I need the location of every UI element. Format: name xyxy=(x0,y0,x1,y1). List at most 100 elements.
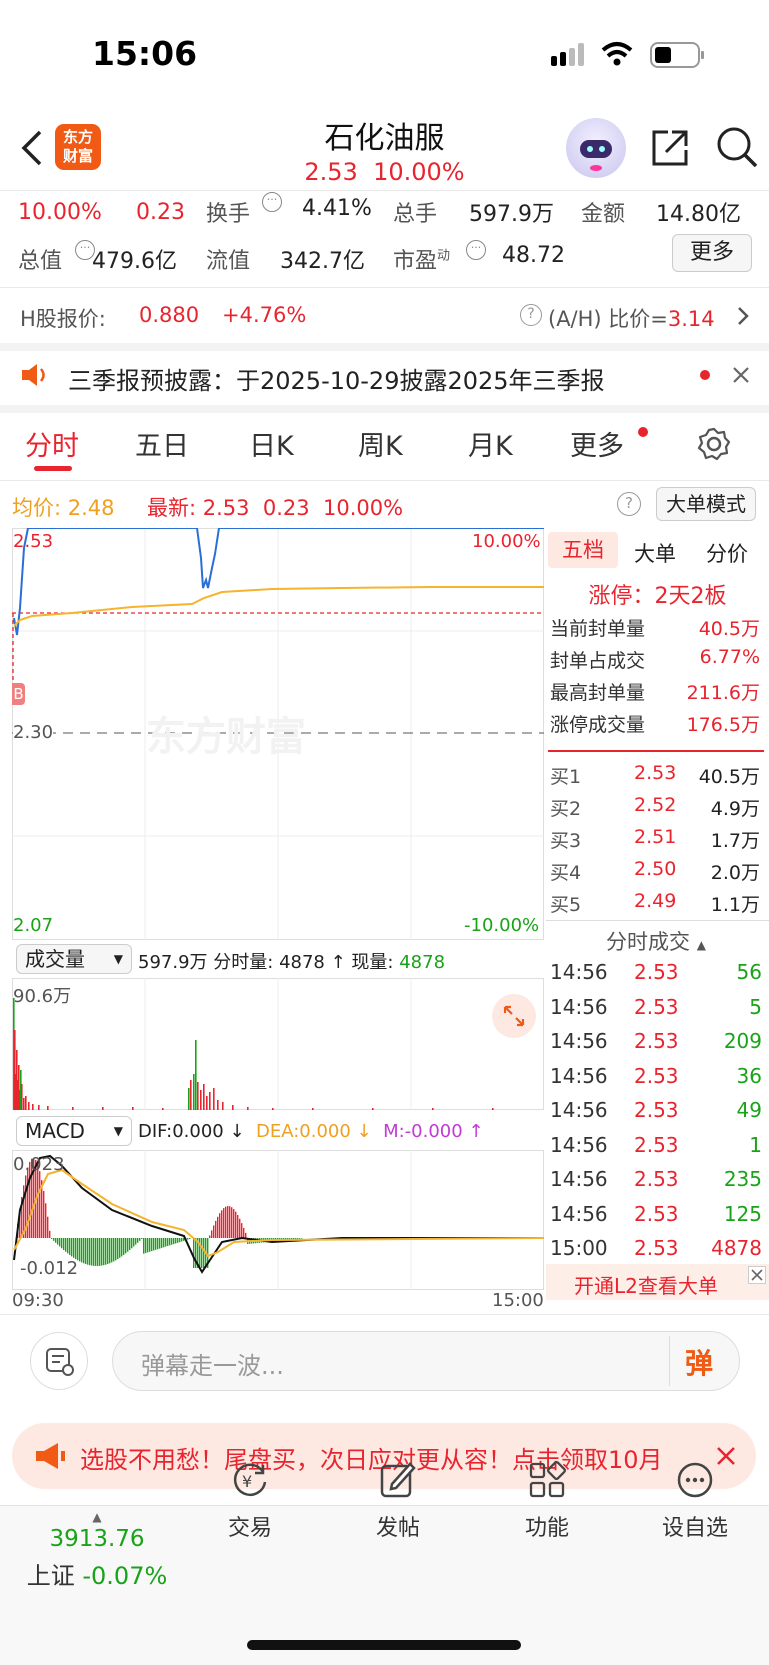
nav-functions[interactable]: 功能 xyxy=(492,1460,602,1542)
macd-bar xyxy=(75,1238,77,1260)
side-tab-wudang[interactable]: 五档 xyxy=(548,532,618,568)
speaker-icon xyxy=(20,362,50,392)
time-end-label: 15:00 xyxy=(492,1290,544,1311)
tab-more[interactable]: 更多 xyxy=(570,424,624,463)
macd-bar xyxy=(57,1238,59,1245)
bid-row[interactable]: 买4 2.50 2.0万 xyxy=(546,858,764,888)
settings-icon[interactable] xyxy=(697,427,731,465)
macd-bar xyxy=(93,1238,95,1266)
time-start-label: 09:30 xyxy=(12,1290,64,1311)
macd-bar xyxy=(177,1238,179,1243)
macd-bar xyxy=(85,1238,87,1265)
search-icon[interactable] xyxy=(714,124,760,174)
tab-zhouk[interactable]: 周K xyxy=(358,424,403,463)
nav-add-watchlist[interactable]: 设自选 xyxy=(640,1460,750,1542)
tab-fenshi[interactable]: 分时 xyxy=(25,424,79,463)
macd-bar xyxy=(163,1238,165,1248)
tab-wuri[interactable]: 五日 xyxy=(135,424,189,463)
index-ticker[interactable]: ▲ 3913.76 上证 -0.07% xyxy=(22,1510,172,1591)
more-circle-icon xyxy=(677,1462,713,1498)
danmu-list-icon[interactable] xyxy=(30,1332,88,1390)
danmu-input[interactable]: 弹幕走一波... 弹 xyxy=(112,1331,740,1391)
volume-bar xyxy=(102,1107,104,1110)
macd-bar xyxy=(59,1238,61,1247)
macd-bar xyxy=(105,1238,107,1265)
macd-bar xyxy=(89,1238,91,1266)
macd-bar xyxy=(243,1227,245,1238)
macd-bar xyxy=(231,1207,233,1238)
help-icon[interactable]: ? xyxy=(617,492,641,516)
price-line xyxy=(13,528,544,636)
tick-row: 14:56 2.53 125 xyxy=(550,1201,762,1226)
info-dot-icon[interactable]: ··· xyxy=(262,192,282,212)
l2-banner[interactable]: 开通L2查看大单 xyxy=(546,1264,769,1300)
chevron-right-icon[interactable] xyxy=(736,305,750,331)
pct-min-label: -10.00% xyxy=(464,915,540,936)
macd-bar xyxy=(135,1238,137,1245)
tab-rik[interactable]: 日K xyxy=(249,424,294,463)
close-icon[interactable] xyxy=(748,1266,766,1284)
bid-row[interactable]: 买3 2.51 1.7万 xyxy=(546,826,764,856)
macd-bar xyxy=(45,1203,47,1238)
info-dot-icon[interactable]: ··· xyxy=(466,240,486,260)
macd-bar xyxy=(129,1238,131,1251)
avg-price: 均价: 2.48 xyxy=(12,496,115,520)
volume-value: 597.9万 xyxy=(469,202,554,227)
side-tab-fenjia[interactable]: 分价 xyxy=(706,538,748,568)
seal-stat-row: 涨停成交量 176.5万 xyxy=(550,714,760,736)
macd-bar xyxy=(127,1238,129,1252)
macd-bar xyxy=(189,1238,191,1239)
macd-bar xyxy=(81,1238,83,1263)
bid-row[interactable]: 买5 2.49 1.1万 xyxy=(546,890,764,920)
tick-row: 14:56 2.53 235 xyxy=(550,1167,762,1191)
side-tab-dadan[interactable]: 大单 xyxy=(634,538,676,568)
macd-bar xyxy=(233,1209,235,1238)
nav-trade[interactable]: ¥ 交易 xyxy=(195,1460,305,1542)
y-mid-label: 2.30 xyxy=(13,722,54,743)
close-icon[interactable] xyxy=(731,365,751,389)
tab-yuek[interactable]: 月K xyxy=(468,424,513,463)
notice-unread-dot xyxy=(700,370,710,380)
tick-row: 14:56 2.53 209 xyxy=(550,1029,762,1053)
tick-row: 15:00 2.53 4878 xyxy=(550,1236,762,1260)
macd-bar xyxy=(125,1238,127,1254)
avg-line xyxy=(13,586,544,627)
bid-row[interactable]: 买2 2.52 4.9万 xyxy=(546,794,764,824)
macd-bar xyxy=(47,1216,49,1238)
ticks-title[interactable]: 分时成交 ▲ xyxy=(606,926,706,956)
volume-bar xyxy=(492,1108,494,1110)
price-chart[interactable]: 东方财富 xyxy=(12,528,544,940)
volume-bar xyxy=(232,1105,234,1110)
macd-bar xyxy=(143,1238,145,1254)
buy-marker[interactable]: B xyxy=(12,683,25,705)
robot-avatar-icon[interactable] xyxy=(566,118,626,178)
macd-bar xyxy=(219,1213,221,1238)
macd-bar xyxy=(215,1220,217,1238)
macd-stats: DIF:0.000 ↓ DEA:0.000 ↓ M:-0.000 ↑ xyxy=(138,1121,484,1142)
expand-icon[interactable] xyxy=(492,994,536,1038)
macd-bar xyxy=(131,1238,133,1249)
signal-icon xyxy=(551,42,591,68)
volume-bar xyxy=(162,1108,164,1110)
tab-more-dot xyxy=(638,427,648,437)
big-order-mode-button[interactable]: 大单模式 xyxy=(656,487,756,521)
bid-row[interactable]: 买1 2.53 40.5万 xyxy=(546,762,764,792)
danmu-send-button[interactable]: 弹 xyxy=(685,1342,713,1382)
nav-post[interactable]: 发帖 xyxy=(343,1460,453,1542)
trade-icon: ¥ xyxy=(233,1463,267,1496)
tick-row: 14:56 2.53 36 xyxy=(550,1063,762,1088)
more-button[interactable]: 更多 xyxy=(672,234,752,272)
volume-selector[interactable]: 成交量 ▼ xyxy=(16,944,132,974)
macd-selector[interactable]: MACD ▼ xyxy=(16,1116,132,1146)
macd-bar xyxy=(97,1238,99,1266)
notice-text[interactable]: 三季报预披露：于2025-10-29披露2025年三季报 xyxy=(68,361,605,396)
ah-ratio[interactable]: (A/H) 比价=3.14 xyxy=(548,303,715,333)
status-time: 15:06 xyxy=(92,34,198,73)
volume-bar xyxy=(312,1108,314,1110)
macd-bar xyxy=(117,1238,119,1260)
share-icon[interactable] xyxy=(648,126,692,174)
help-icon[interactable]: ? xyxy=(520,304,542,326)
home-indicator xyxy=(247,1640,521,1650)
volume-bar xyxy=(217,1100,219,1110)
float-label: 流值 xyxy=(206,249,251,274)
